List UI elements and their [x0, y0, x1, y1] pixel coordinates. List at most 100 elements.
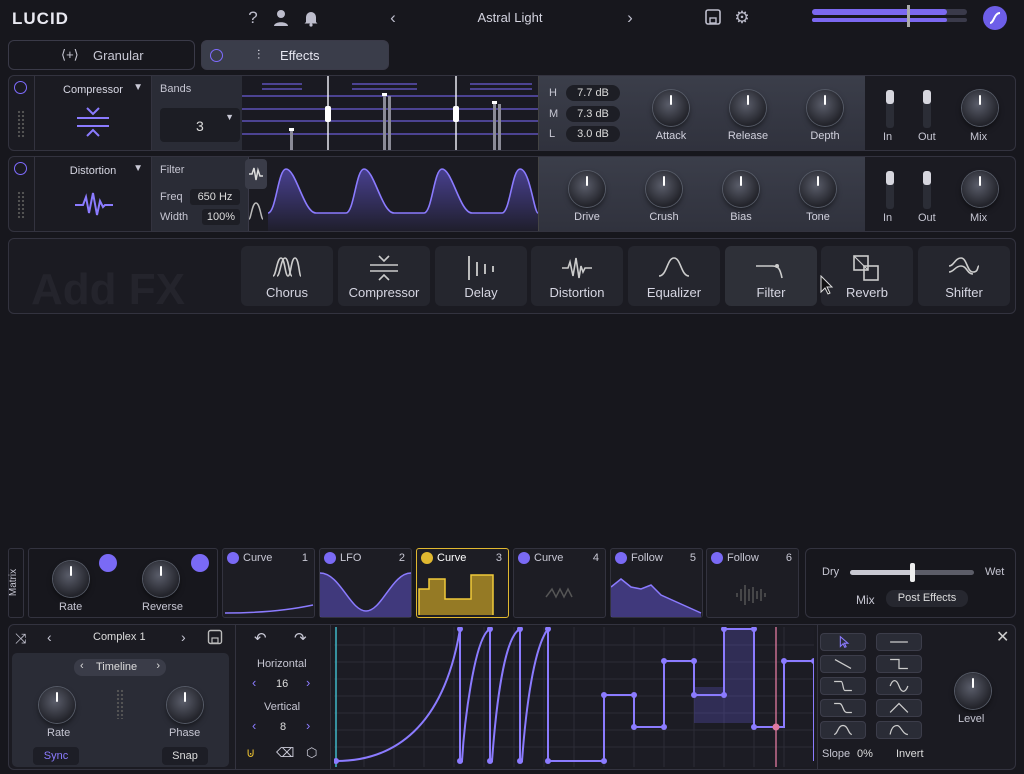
- depth-knob[interactable]: [807, 90, 843, 126]
- step-up-icon[interactable]: [876, 655, 922, 673]
- volume-bar-2[interactable]: [812, 18, 967, 22]
- add-equalizer-button[interactable]: Equalizer: [628, 246, 720, 306]
- preset-name[interactable]: Astral Light: [440, 10, 580, 25]
- level-knob[interactable]: [955, 673, 991, 709]
- shuffle-icon[interactable]: ⤨: [15, 630, 26, 647]
- step-down-icon[interactable]: [820, 677, 866, 695]
- triangle-shape-icon[interactable]: [876, 699, 922, 717]
- add-compressor-button[interactable]: Compressor: [338, 246, 430, 306]
- next-preset-icon[interactable]: ›: [620, 8, 640, 28]
- bands-dropdown[interactable]: 3 ▼: [160, 108, 240, 142]
- tone-knob[interactable]: [800, 171, 836, 207]
- decay-shape-icon[interactable]: [876, 721, 922, 739]
- drag-handle[interactable]: [17, 191, 25, 219]
- drive-knob[interactable]: [569, 171, 605, 207]
- add-distortion-button[interactable]: Distortion: [531, 246, 623, 306]
- curve-graph[interactable]: [334, 627, 814, 767]
- mod-wheel-icon[interactable]: [983, 6, 1007, 30]
- timeline-selector[interactable]: ‹ Timeline ›: [74, 659, 166, 676]
- out-fader[interactable]: [923, 171, 931, 209]
- matrix-reverse-knob[interactable]: [143, 561, 179, 597]
- magnet-icon[interactable]: ⊍: [246, 745, 256, 761]
- mix-knob[interactable]: [962, 90, 998, 126]
- distortion-power-icon[interactable]: [14, 162, 27, 175]
- add-delay-button[interactable]: Delay: [435, 246, 527, 306]
- ramp-down-icon[interactable]: [820, 655, 866, 673]
- envelope-mode-button[interactable]: [245, 195, 267, 225]
- dice-icon[interactable]: ⬡: [306, 745, 317, 761]
- tab-granular[interactable]: ⟨+⟩ Granular: [8, 40, 195, 70]
- volume-bar[interactable]: [812, 9, 967, 15]
- compressor-selector[interactable]: Compressor ▼: [34, 76, 152, 150]
- invert-button[interactable]: Invert: [896, 748, 924, 760]
- drag-handle[interactable]: [17, 110, 25, 138]
- dry-wet-thumb[interactable]: [910, 563, 915, 582]
- curve-rate-knob[interactable]: [39, 687, 75, 723]
- dry-wet-slider[interactable]: [850, 563, 974, 582]
- width-value[interactable]: 100%: [202, 209, 240, 225]
- modulator-6[interactable]: Follow 6: [706, 548, 799, 618]
- modulator-2[interactable]: LFO 2: [319, 548, 412, 618]
- in-fader[interactable]: [886, 171, 894, 209]
- vertical-increase-icon[interactable]: ›: [306, 718, 310, 733]
- prev-preset-icon[interactable]: ‹: [383, 8, 403, 28]
- modulator-1[interactable]: Curve 1: [222, 548, 315, 618]
- release-knob[interactable]: [730, 90, 766, 126]
- vertical-decrease-icon[interactable]: ‹: [252, 718, 256, 733]
- s-curve-icon[interactable]: [820, 699, 866, 717]
- add-filter-button[interactable]: Filter: [725, 246, 817, 306]
- in-fader[interactable]: [886, 90, 894, 128]
- rate-link-icon[interactable]: [99, 554, 117, 572]
- settings-gear-icon[interactable]: ⚙: [732, 8, 752, 28]
- tab-effects[interactable]: ⫶ Effects: [201, 40, 389, 70]
- next-curve-icon[interactable]: ›: [181, 629, 186, 645]
- post-effects-dropdown[interactable]: Post Effects: [886, 590, 968, 607]
- vertical-value[interactable]: 8: [280, 721, 286, 733]
- help-icon[interactable]: ?: [243, 8, 263, 28]
- mix-knob[interactable]: [962, 171, 998, 207]
- modulator-4[interactable]: Curve 4: [513, 548, 606, 618]
- add-chorus-button[interactable]: Chorus: [241, 246, 333, 306]
- eraser-icon[interactable]: ⌫: [276, 745, 294, 761]
- bias-knob[interactable]: [723, 171, 759, 207]
- horizontal-value[interactable]: 16: [276, 678, 288, 690]
- modulator-3[interactable]: Curve 3: [416, 548, 509, 618]
- slope-value[interactable]: 0%: [857, 748, 873, 760]
- close-icon[interactable]: ✕: [996, 627, 1009, 647]
- save-icon[interactable]: [704, 8, 724, 28]
- add-shifter-button[interactable]: Shifter: [918, 246, 1010, 306]
- band-m-value[interactable]: 7.3 dB: [566, 106, 620, 122]
- flat-shape-icon[interactable]: [876, 633, 922, 651]
- prev-curve-icon[interactable]: ‹: [47, 629, 52, 645]
- waveform-mode-button[interactable]: [245, 159, 267, 189]
- sine-shape-icon[interactable]: [876, 677, 922, 695]
- band-l-value[interactable]: 3.0 dB: [566, 126, 620, 142]
- effects-power-icon[interactable]: [210, 49, 223, 62]
- curve-phase-knob[interactable]: [167, 687, 203, 723]
- distortion-selector[interactable]: Distortion ▼: [34, 157, 152, 231]
- pointer-tool-icon[interactable]: [820, 633, 866, 651]
- band-h-value[interactable]: 7.7 dB: [566, 85, 620, 101]
- bell-icon[interactable]: [301, 8, 321, 28]
- horizontal-increase-icon[interactable]: ›: [306, 675, 310, 690]
- horizontal-decrease-icon[interactable]: ‹: [252, 675, 256, 690]
- sync-button[interactable]: Sync: [33, 747, 79, 765]
- attack-knob[interactable]: [653, 90, 689, 126]
- matrix-rate-knob[interactable]: [53, 561, 89, 597]
- out-fader[interactable]: [923, 90, 931, 128]
- reverse-link-icon[interactable]: [191, 554, 209, 572]
- snap-button[interactable]: Snap: [162, 747, 208, 765]
- band-display[interactable]: [242, 76, 538, 150]
- redo-icon[interactable]: ↷: [294, 629, 307, 647]
- crush-knob[interactable]: [646, 171, 682, 207]
- add-reverb-button[interactable]: Reverb: [821, 246, 913, 306]
- undo-icon[interactable]: ↶: [254, 629, 267, 647]
- bell-shape-icon[interactable]: [820, 721, 866, 739]
- compressor-power-icon[interactable]: [14, 81, 27, 94]
- curve-preset-name[interactable]: Complex 1: [93, 631, 146, 643]
- user-icon[interactable]: [271, 8, 291, 28]
- matrix-tab[interactable]: Matrix: [8, 548, 24, 618]
- freq-value[interactable]: 650 Hz: [190, 189, 240, 205]
- modulator-5[interactable]: Follow 5: [610, 548, 703, 618]
- save-curve-icon[interactable]: [207, 629, 223, 645]
